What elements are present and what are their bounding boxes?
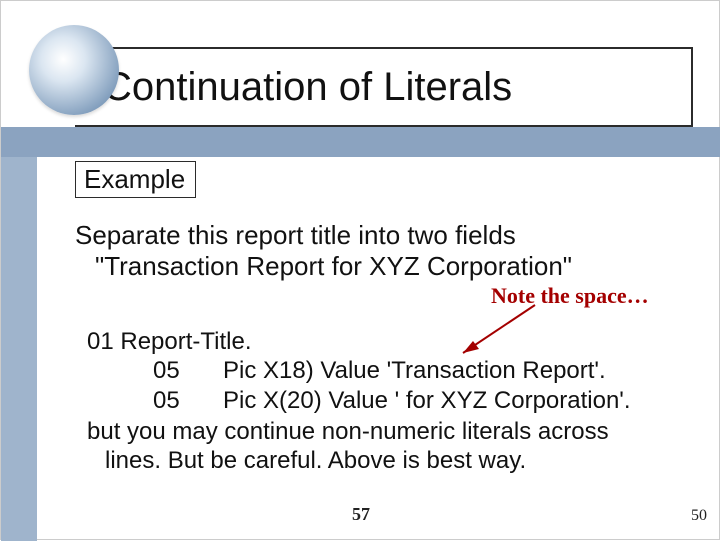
example-label: Example — [75, 161, 196, 198]
code-line-2: 05Pic X18) Value 'Transaction Report'. — [87, 356, 707, 385]
title-box: Continuation of Literals — [75, 47, 693, 127]
slide: Continuation of Literals Example Separat… — [0, 0, 720, 540]
code-note-line1: but you may continue non-numeric literal… — [87, 417, 707, 446]
intro-text: Separate this report title into two fiel… — [75, 220, 695, 281]
page-number-center: 57 — [1, 504, 720, 525]
level-05: 05 — [153, 356, 223, 385]
code-line-3: 05Pic X(20) Value ' for XYZ Corporation'… — [87, 386, 707, 415]
code-line-1: 01 Report-Title. — [87, 327, 707, 356]
code-note: but you may continue non-numeric literal… — [87, 417, 707, 476]
left-strip — [1, 157, 37, 541]
header-band — [1, 127, 720, 157]
content-area: Example Separate this report title into … — [75, 161, 695, 281]
code-line-2-rest: Pic X18) Value 'Transaction Report'. — [223, 357, 606, 384]
level-05: 05 — [153, 386, 223, 415]
note-callout: Note the space… — [491, 283, 649, 309]
code-line-3-rest: Pic X(20) Value ' for XYZ Corporation'. — [223, 387, 631, 414]
bubble-icon — [29, 25, 119, 115]
intro-line1: Separate this report title into two fiel… — [75, 220, 695, 251]
code-note-line2: lines. But be careful. Above is best way… — [87, 446, 707, 475]
intro-line2: "Transaction Report for XYZ Corporation" — [75, 251, 695, 282]
code-block: 01 Report-Title. 05Pic X18) Value 'Trans… — [87, 327, 707, 475]
slide-title: Continuation of Literals — [103, 65, 512, 110]
page-number-right: 50 — [691, 507, 707, 525]
